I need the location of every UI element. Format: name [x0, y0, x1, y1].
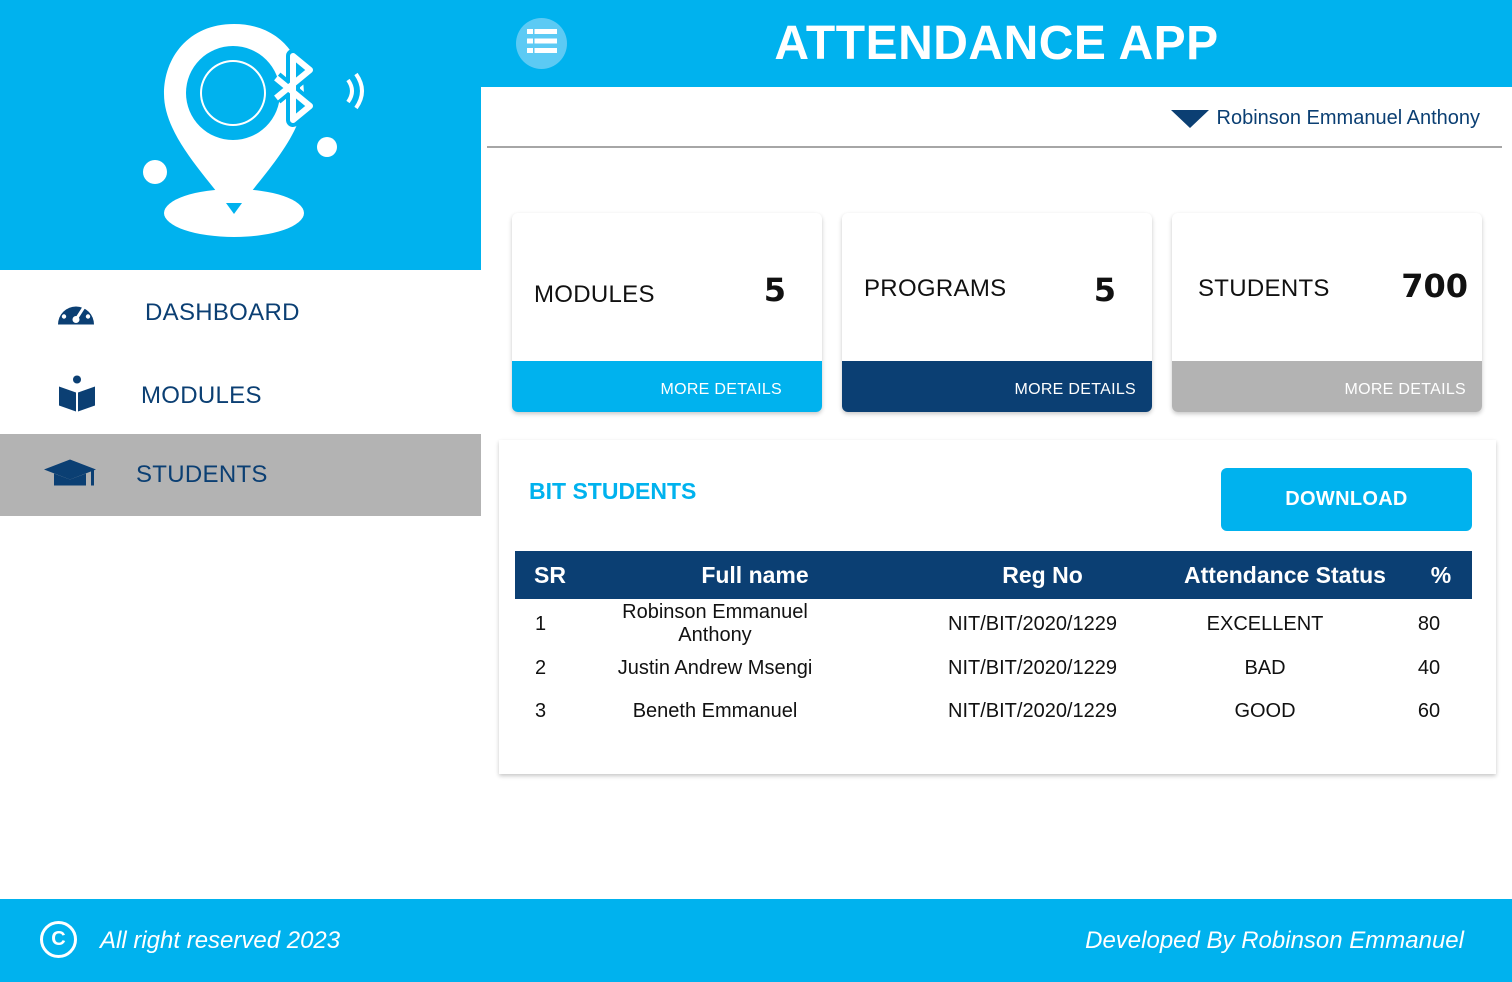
book-reader-icon	[57, 374, 97, 419]
app-title: ATTENDANCE APP	[774, 17, 1219, 70]
table-row[interactable]: 3 Beneth Emmanuel NIT/BIT/2020/1229 GOOD…	[515, 690, 1472, 733]
students-panel: BIT STUDENTS DOWNLOAD SR Full name Reg N…	[499, 440, 1496, 774]
speedometer-icon	[55, 295, 97, 332]
cell-status: EXCELLENT	[1206, 612, 1324, 635]
stat-card-programs: PROGRAMS 5 MORE DETAILS	[842, 213, 1152, 412]
download-button[interactable]: DOWNLOAD	[1221, 468, 1472, 531]
graduation-cap-icon	[44, 458, 96, 493]
sidebar-item-label: DASHBOARD	[145, 299, 300, 326]
sidebar-item-label: MODULES	[141, 382, 262, 409]
more-details-button[interactable]: MORE DETAILS	[512, 361, 822, 412]
cell-sr: 1	[535, 612, 547, 635]
stat-value: 700	[1401, 267, 1468, 305]
cell-name: Justin Andrew Msengi	[617, 657, 813, 679]
copyright-icon: C	[40, 921, 77, 958]
cell-sr: 2	[535, 657, 547, 679]
more-details-button[interactable]: MORE DETAILS	[1172, 361, 1482, 412]
cell-name: Beneth Emmanuel	[632, 700, 798, 722]
stat-value: 5	[1093, 271, 1116, 309]
column-header: SR	[534, 561, 566, 588]
cell-reg: NIT/BIT/2020/1229	[948, 612, 1117, 635]
cell-status: BAD	[1244, 657, 1286, 679]
location-pin-bluetooth-icon	[143, 24, 364, 237]
panel-title: BIT STUDENTS	[529, 478, 697, 504]
cell-sr: 3	[535, 700, 547, 722]
caret-down-icon	[1170, 109, 1209, 128]
stat-value: 5	[763, 271, 786, 309]
cell-status: GOOD	[1234, 700, 1296, 722]
user-name: Robinson Emmanuel Anthony	[1216, 107, 1481, 129]
sidebar-item-label: STUDENTS	[136, 461, 268, 488]
stat-label: MODULES	[534, 281, 655, 308]
stat-label: PROGRAMS	[864, 275, 1007, 302]
stat-card-students: STUDENTS 700 MORE DETAILS	[1172, 213, 1482, 412]
sidebar-item-students[interactable]: STUDENTS	[0, 434, 481, 516]
sidebar-item-dashboard[interactable]: DASHBOARD	[0, 272, 481, 354]
cell-reg: NIT/BIT/2020/1229	[948, 700, 1117, 722]
cell-pct: 80	[1417, 612, 1441, 635]
students-table: SR Full name Reg No Attendance Status % …	[515, 551, 1472, 733]
attendance-app: DASHBOARD MODULES STUDENTS ATTENDANCE AP…	[0, 0, 1512, 982]
column-header: %	[1430, 561, 1452, 588]
table-header-row: SR Full name Reg No Attendance Status %	[515, 551, 1472, 599]
more-details-button[interactable]: MORE DETAILS	[842, 361, 1152, 412]
table-row[interactable]: 1 Robinson Emmanuel Anthony NIT/BIT/2020…	[515, 599, 1472, 647]
stat-card-modules: MODULES 5 MORE DETAILS	[512, 213, 822, 412]
stat-label: STUDENTS	[1198, 275, 1330, 302]
top-bar: ATTENDANCE APP	[481, 0, 1512, 87]
logo-area	[0, 0, 481, 270]
user-bar: Robinson Emmanuel Anthony	[487, 96, 1502, 148]
user-menu-dropdown[interactable]: Robinson Emmanuel Anthony	[1170, 107, 1481, 130]
cell-name: Robinson Emmanuel Anthony	[622, 601, 808, 646]
sidebar-item-modules[interactable]: MODULES	[0, 355, 481, 437]
column-header: Full name	[701, 561, 809, 588]
cell-pct: 60	[1417, 700, 1441, 722]
cell-pct: 40	[1417, 657, 1441, 679]
developer-credit: Developed By Robinson Emmanuel	[1085, 927, 1464, 954]
footer: C All right reserved 2023 Developed By R…	[0, 899, 1512, 982]
column-header: Reg No	[1002, 561, 1083, 588]
column-header: Attendance Status	[1184, 561, 1386, 588]
copyright-text: All right reserved 2023	[100, 927, 341, 954]
table-row[interactable]: 2 Justin Andrew Msengi NIT/BIT/2020/1229…	[515, 647, 1472, 690]
cell-reg: NIT/BIT/2020/1229	[948, 657, 1117, 679]
